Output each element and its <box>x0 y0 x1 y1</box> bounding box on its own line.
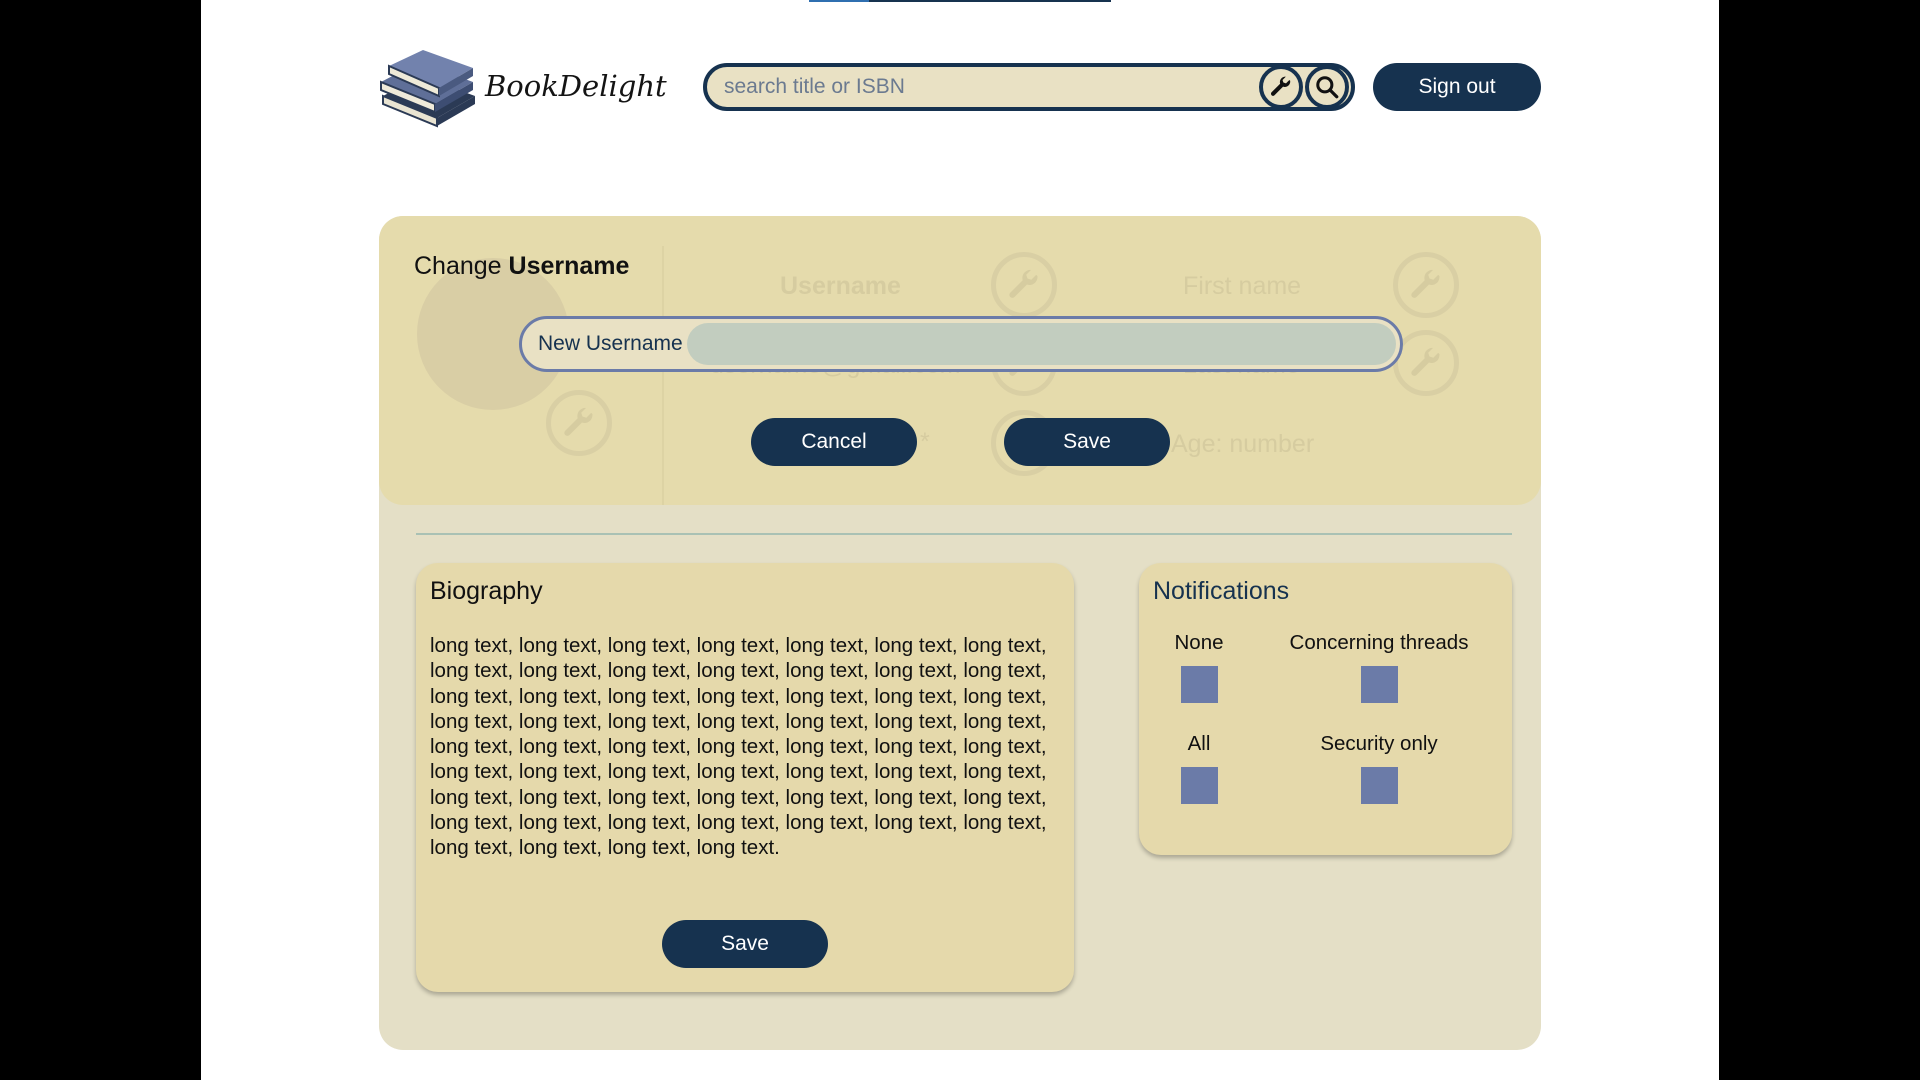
books-logo-icon <box>380 50 475 128</box>
notifications-title: Notifications <box>1153 577 1290 605</box>
biography-card: Biography long text, long text, long tex… <box>416 563 1074 992</box>
change-username-title-prefix: Change <box>414 252 509 280</box>
first-name-label: First name <box>1183 272 1302 300</box>
edit-username-icon <box>991 252 1057 318</box>
security-only-checkbox[interactable] <box>1360 767 1398 804</box>
biography-title: Biography <box>430 577 543 605</box>
notification-option-label: Concerning threads <box>1289 631 1469 654</box>
profile-settings-panel: Username First name username@gmail.com L… <box>379 216 1541 1050</box>
new-username-field: New Username <box>519 316 1403 372</box>
wrench-icon <box>1270 76 1291 96</box>
notification-option-label: All <box>1187 732 1211 755</box>
search-button[interactable] <box>1305 65 1349 109</box>
biography-text[interactable]: long text, long text, long text, long te… <box>430 633 1060 861</box>
search-input[interactable] <box>707 67 1259 107</box>
all-checkbox[interactable] <box>1180 767 1218 804</box>
save-username-button[interactable]: Save <box>1004 418 1170 466</box>
notification-option-security-only: Security only <box>1279 732 1479 804</box>
none-checkbox[interactable] <box>1180 666 1218 703</box>
notification-option-none: None <box>1099 631 1299 703</box>
search-icon <box>1316 76 1339 99</box>
cancel-button[interactable]: Cancel <box>751 418 917 466</box>
edit-first-name-icon <box>1393 252 1459 318</box>
edit-avatar-icon <box>546 390 612 456</box>
age-label: Age: number <box>1171 430 1315 458</box>
edit-last-name-icon <box>1393 330 1459 396</box>
change-username-title: Change Username <box>414 252 629 281</box>
change-username-title-bold: Username <box>508 252 630 280</box>
search-bar <box>703 63 1355 111</box>
divider <box>662 246 664 505</box>
profile-card: Username First name username@gmail.com L… <box>379 216 1541 505</box>
notification-option-label: None <box>1174 631 1224 654</box>
top-accent-line <box>869 0 1111 2</box>
section-divider <box>416 533 1512 535</box>
required-asterisk: * <box>920 428 930 456</box>
notification-option-label: Security only <box>1320 732 1438 755</box>
save-biography-button[interactable]: Save <box>662 920 828 968</box>
app-name: BookDelight <box>485 69 667 103</box>
username-label: Username <box>780 272 901 300</box>
new-username-input[interactable] <box>686 323 1396 365</box>
page: BookDelight Sign out Username <box>201 0 1719 1080</box>
notification-option-concerning-threads: Concerning threads <box>1279 631 1479 703</box>
advanced-search-button[interactable] <box>1259 65 1303 109</box>
sign-out-button[interactable]: Sign out <box>1373 63 1541 111</box>
notification-option-all: All <box>1099 732 1299 804</box>
logo[interactable]: BookDelight <box>379 46 667 130</box>
concerning-threads-checkbox[interactable] <box>1360 666 1398 703</box>
new-username-label: New Username <box>538 332 683 355</box>
top-accent-line <box>809 0 869 2</box>
notifications-card: Notifications None Concerning threads Al… <box>1139 563 1512 855</box>
